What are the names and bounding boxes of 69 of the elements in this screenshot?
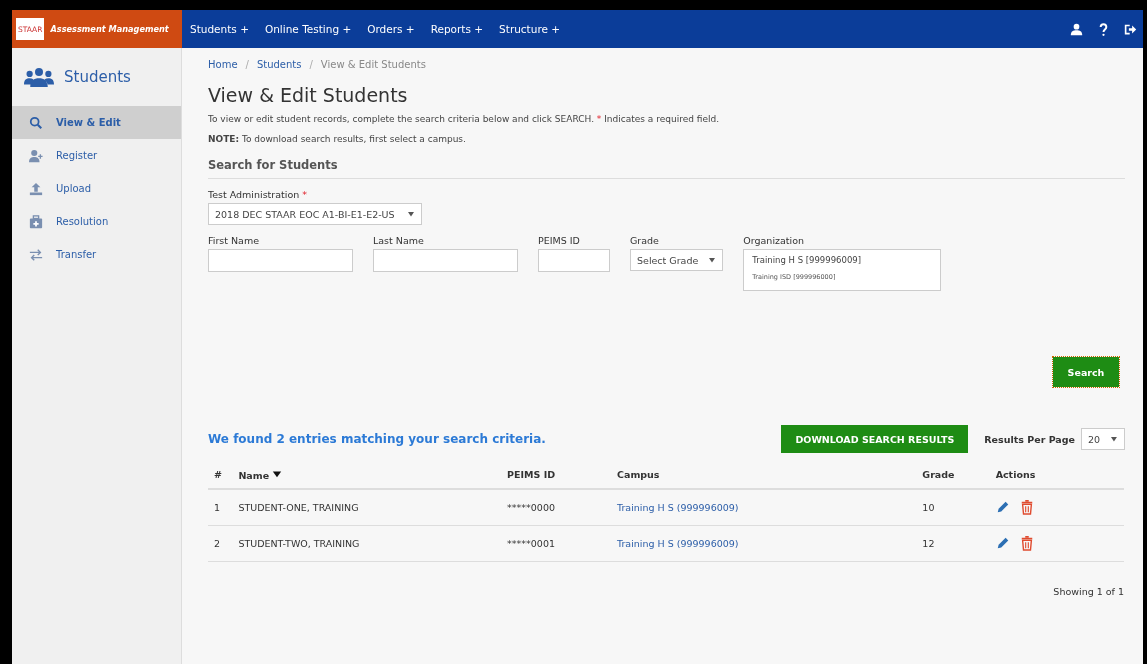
nav-menu-item[interactable]: Structure +	[491, 10, 569, 48]
field-label: PEIMS ID	[538, 235, 581, 246]
sidebar-item[interactable]: Register	[12, 139, 181, 172]
upload-icon	[28, 181, 44, 196]
sidebar-item[interactable]: Resolution	[12, 205, 181, 238]
breadcrumb-link[interactable]: Students	[256, 58, 302, 70]
caret-icon	[1110, 435, 1118, 443]
sidebar-item[interactable]: Upload	[12, 172, 181, 205]
table-cell: 10	[922, 501, 935, 513]
breadcrumb-current: View & Edit Students	[320, 58, 426, 70]
column-header: Name	[238, 469, 270, 481]
download-button[interactable]: DOWNLOAD SEARCH RESULTS	[781, 425, 969, 453]
nav-menu-item[interactable]: Students +	[182, 10, 257, 48]
table-cell: 2	[214, 537, 221, 549]
column-header: PEIMS ID	[507, 469, 556, 480]
caret-icon	[407, 210, 415, 218]
sign-out-icon[interactable]	[1124, 22, 1137, 36]
pagination-text: Showing 1 of 1	[1052, 585, 1124, 597]
field-label: Last Name	[373, 235, 425, 246]
breadcrumb-separator: /	[309, 58, 313, 70]
field-label: Grade	[630, 235, 660, 246]
users-icon	[24, 67, 54, 87]
sidebar-title: Students	[64, 68, 131, 86]
nav-menu-item[interactable]: Reports +	[422, 10, 492, 48]
table-cell: 1	[214, 501, 221, 513]
campus-link[interactable]: Training H S (999996009)	[617, 537, 739, 549]
column-header: Actions	[995, 469, 1036, 480]
column-header: Campus	[617, 469, 660, 480]
note-text: NOTE: To download search results, first select a campus.	[208, 134, 467, 144]
test-administration-select[interactable]: 2018 DEC STAAR EOC A1-BI-E1-E2-US	[208, 203, 422, 225]
column-header: #	[214, 469, 222, 480]
field-label: Test Administration *	[208, 189, 308, 200]
sidebar-item[interactable]: View & Edit	[12, 106, 181, 139]
grade-select[interactable]: Select Grade	[630, 249, 724, 271]
trash-icon[interactable]	[1019, 535, 1034, 551]
sidebar-item[interactable]: Transfer	[12, 238, 181, 271]
search-icon	[28, 115, 44, 130]
pencil-icon[interactable]	[995, 535, 1010, 551]
user-plus-icon	[28, 148, 44, 163]
help-icon[interactable]	[1097, 22, 1110, 36]
app-title: Assessment Management	[50, 24, 169, 34]
input-field[interactable]	[208, 249, 353, 272]
per-page-select[interactable]: 20	[1081, 428, 1125, 450]
transfer-arrows-icon	[28, 247, 44, 262]
breadcrumb-separator: /	[245, 58, 249, 70]
input-field[interactable]	[538, 249, 610, 272]
trash-icon[interactable]	[1019, 499, 1034, 516]
breadcrumb-link[interactable]: Home	[208, 58, 238, 70]
campus-link[interactable]: Training H S (999996009)	[617, 501, 739, 513]
caret-icon	[708, 256, 717, 264]
results-per-page-label: Results Per Page	[984, 433, 1075, 445]
results-summary: We found 2 entries matching your search criteria.	[208, 432, 547, 446]
user-icon[interactable]	[1070, 22, 1083, 36]
instructions-text: To view or edit student records, complete the search criteria below and click SEARCH. * Indicates a required field.	[208, 114, 721, 124]
field-label: First Name	[208, 235, 261, 246]
table-cell: 12	[922, 537, 935, 549]
input-field[interactable]	[373, 249, 518, 272]
table-cell: *****0001	[507, 537, 555, 549]
section-title: Search for Students	[208, 158, 1125, 179]
table-cell: STUDENT-TWO, TRAINING	[238, 537, 360, 549]
table-cell: *****0000	[507, 501, 555, 513]
search-button[interactable]: Search	[1053, 357, 1119, 387]
nav-menu-item[interactable]: Online Testing +	[256, 10, 360, 48]
column-header: Grade	[922, 469, 955, 480]
table-cell: STUDENT-ONE, TRAINING	[238, 501, 359, 513]
field-label: Organization	[743, 235, 806, 246]
nav-menu-item[interactable]: Orders +	[359, 10, 423, 48]
page-title: View & Edit Students	[208, 84, 409, 106]
briefcase-icon	[28, 214, 44, 229]
